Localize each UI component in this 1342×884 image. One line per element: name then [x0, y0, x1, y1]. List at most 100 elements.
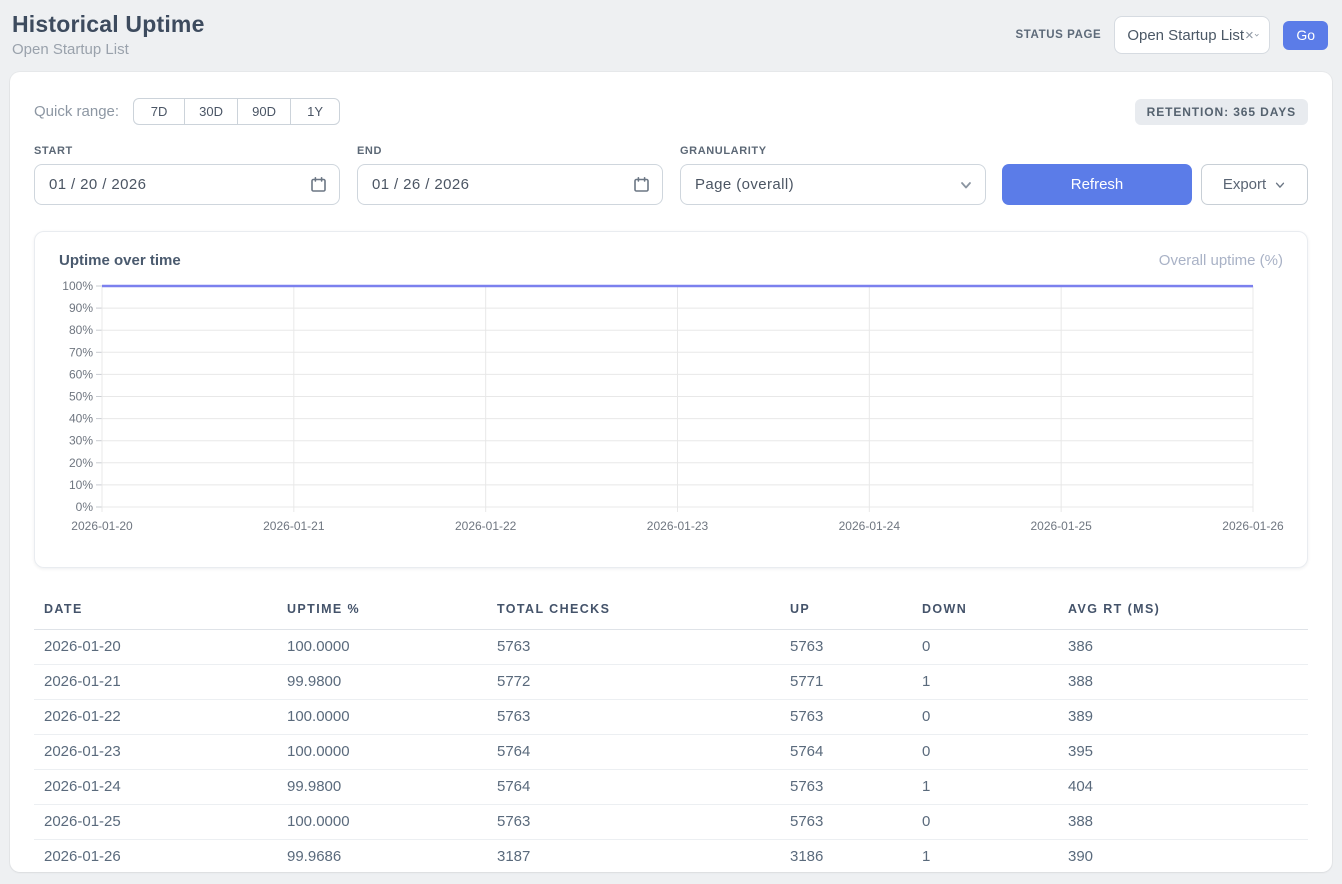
table-cell: 5763: [487, 630, 780, 665]
svg-text:2026-01-20: 2026-01-20: [71, 519, 133, 533]
granularity-select[interactable]: Page (overall): [680, 164, 986, 205]
svg-text:60%: 60%: [69, 367, 93, 381]
page-title: Historical Uptime: [12, 11, 205, 38]
start-label: START: [34, 145, 340, 157]
table-cell: 5763: [780, 770, 912, 805]
chevron-down-icon: [1254, 28, 1260, 42]
svg-text:90%: 90%: [69, 301, 93, 315]
table-cell: 5764: [487, 770, 780, 805]
uptime-table: DATEUPTIME %TOTAL CHECKSUPDOWNAVG RT (MS…: [34, 592, 1308, 875]
table-row: 2026-01-23100.0000576457640395: [34, 735, 1308, 770]
svg-text:70%: 70%: [69, 345, 93, 359]
svg-text:2026-01-25: 2026-01-25: [1030, 519, 1092, 533]
table-cell: 99.9800: [277, 665, 487, 700]
granularity-value: Page (overall): [695, 176, 794, 193]
clear-icon[interactable]: ×: [1245, 27, 1254, 44]
quick-range-row: Quick range: 7D30D90D1Y RETENTION: 365 D…: [34, 98, 1308, 125]
granularity-label: GRANULARITY: [680, 145, 986, 157]
end-date-field: END 01 / 26 / 2026: [357, 145, 663, 205]
table-cell: 389: [1058, 700, 1308, 735]
svg-text:2026-01-22: 2026-01-22: [455, 519, 517, 533]
table-cell: 2026-01-20: [34, 630, 277, 665]
main-card: Quick range: 7D30D90D1Y RETENTION: 365 D…: [10, 72, 1332, 872]
svg-text:10%: 10%: [69, 478, 93, 492]
table-cell: 2026-01-22: [34, 700, 277, 735]
table-cell: 5763: [487, 805, 780, 840]
chart-card: Uptime over time Overall uptime (%) 0% 10…: [34, 231, 1308, 568]
svg-text:100%: 100%: [62, 279, 93, 293]
table-cell: 5771: [780, 665, 912, 700]
page-subtitle: Open Startup List: [12, 41, 205, 58]
table-cell: 3187: [487, 840, 780, 875]
quick-range-90d-button[interactable]: 90D: [237, 98, 291, 125]
start-date-value: 01 / 20 / 2026: [49, 176, 146, 193]
table-cell: 100.0000: [277, 700, 487, 735]
table-cell: 390: [1058, 840, 1308, 875]
svg-text:40%: 40%: [69, 412, 93, 426]
table-cell: 5764: [487, 735, 780, 770]
table-cell: 5772: [487, 665, 780, 700]
table-cell: 5763: [780, 805, 912, 840]
export-label: Export: [1223, 176, 1266, 193]
table-cell: 99.9800: [277, 770, 487, 805]
go-button[interactable]: Go: [1283, 21, 1328, 50]
table-cell: 2026-01-26: [34, 840, 277, 875]
table-cell: 388: [1058, 665, 1308, 700]
table-cell: 0: [912, 735, 1058, 770]
chart-title: Uptime over time: [59, 252, 181, 269]
table-cell: 5763: [487, 700, 780, 735]
table-cell: 100.0000: [277, 630, 487, 665]
uptime-chart: 0% 10% 20% 30% 40% 50% 60% 70% 80% 90% 100% 2026-01…: [59, 278, 1283, 541]
table-cell: 388: [1058, 805, 1308, 840]
column-header: UPTIME %: [277, 592, 487, 630]
table-body: 2026-01-20100.00005763576303862026-01-21…: [34, 630, 1308, 875]
svg-text:2026-01-21: 2026-01-21: [263, 519, 325, 533]
table-cell: 2026-01-23: [34, 735, 277, 770]
chevron-down-icon: [1274, 179, 1286, 191]
table-cell: 5763: [780, 700, 912, 735]
retention-badge: RETENTION: 365 DAYS: [1135, 99, 1308, 125]
table-cell: 386: [1058, 630, 1308, 665]
calendar-icon[interactable]: [310, 176, 327, 193]
calendar-icon[interactable]: [633, 176, 650, 193]
end-date-input[interactable]: 01 / 26 / 2026: [357, 164, 663, 205]
end-label: END: [357, 145, 663, 157]
svg-text:2026-01-26: 2026-01-26: [1222, 519, 1284, 533]
column-header: DOWN: [912, 592, 1058, 630]
column-header: AVG RT (MS): [1058, 592, 1308, 630]
table-header-row: DATEUPTIME %TOTAL CHECKSUPDOWNAVG RT (MS…: [34, 592, 1308, 630]
table-cell: 1: [912, 770, 1058, 805]
quick-range-7d-button[interactable]: 7D: [133, 98, 185, 125]
table-row: 2026-01-25100.0000576357630388: [34, 805, 1308, 840]
start-date-input[interactable]: 01 / 20 / 2026: [34, 164, 340, 205]
quick-range-label: Quick range:: [34, 103, 119, 120]
quick-range-1y-button[interactable]: 1Y: [290, 98, 340, 125]
table-cell: 5764: [780, 735, 912, 770]
table-cell: 100.0000: [277, 735, 487, 770]
table-cell: 1: [912, 840, 1058, 875]
svg-text:80%: 80%: [69, 323, 93, 337]
column-header: TOTAL CHECKS: [487, 592, 780, 630]
svg-text:30%: 30%: [69, 434, 93, 448]
svg-text:50%: 50%: [69, 390, 93, 404]
table-cell: 5763: [780, 630, 912, 665]
svg-text:0%: 0%: [76, 500, 94, 514]
status-page-select[interactable]: Open Startup List ×: [1114, 16, 1270, 54]
topbar: Historical Uptime Open Startup List STAT…: [0, 0, 1342, 72]
quick-range-30d-button[interactable]: 30D: [184, 98, 238, 125]
column-header: UP: [780, 592, 912, 630]
chevron-down-icon: [959, 178, 973, 192]
export-button[interactable]: Export: [1201, 164, 1308, 205]
table-cell: 3186: [780, 840, 912, 875]
chart-legend: Overall uptime (%): [1159, 252, 1283, 269]
svg-text:20%: 20%: [69, 456, 93, 470]
table-cell: 1: [912, 665, 1058, 700]
svg-text:2026-01-23: 2026-01-23: [647, 519, 709, 533]
table-cell: 404: [1058, 770, 1308, 805]
table-cell: 99.9686: [277, 840, 487, 875]
table-row: 2026-01-22100.0000576357630389: [34, 700, 1308, 735]
table-row: 2026-01-20100.0000576357630386: [34, 630, 1308, 665]
status-page-label: STATUS PAGE: [1015, 29, 1101, 41]
refresh-button[interactable]: Refresh: [1002, 164, 1192, 205]
table-row: 2026-01-2499.9800576457631404: [34, 770, 1308, 805]
